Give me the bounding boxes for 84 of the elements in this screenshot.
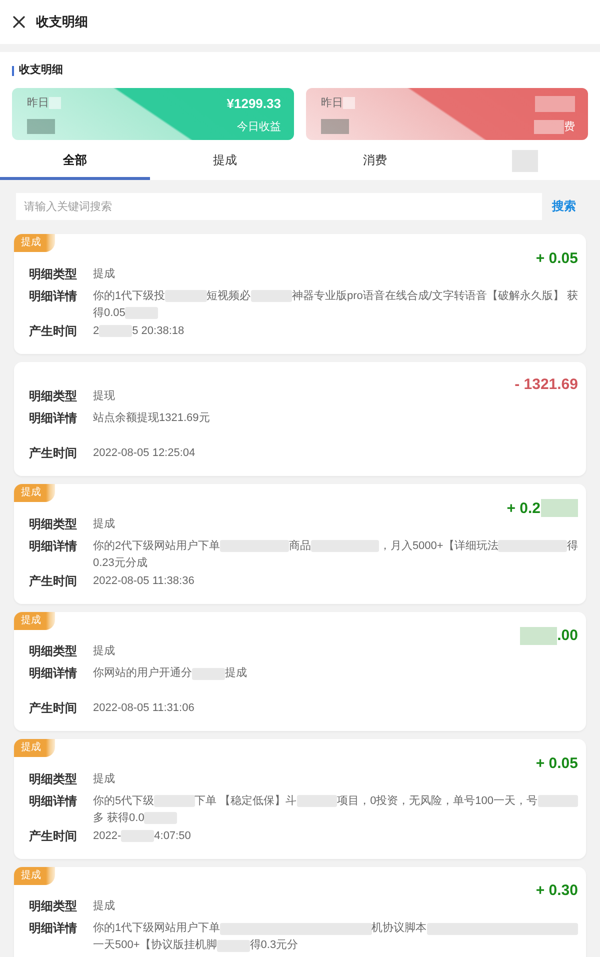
field-label: 明细类型 bbox=[29, 388, 78, 405]
detail-text: 得0.05 bbox=[93, 306, 126, 320]
timestamp: 2022-08-05 11:31:06 bbox=[93, 701, 194, 716]
field-label: 产生时间 bbox=[29, 322, 78, 340]
timestamp: 2 bbox=[93, 324, 100, 338]
detail-text: 你的5代下级 bbox=[93, 794, 154, 808]
detail-text: 项目，0投资，无风险，单号100一天，号 bbox=[337, 794, 538, 808]
field-label: 产生时间 bbox=[29, 445, 78, 462]
amount: + 0.30 bbox=[536, 882, 578, 899]
detail-text: 神器专业版pro语音在线合成/文字转语音【破解永久版】 获 bbox=[292, 288, 578, 304]
detail-text: 你网站的用户开通分 bbox=[93, 666, 192, 681]
detail-text: 提成 bbox=[225, 666, 247, 681]
stat-caption: 今日收益 bbox=[237, 120, 281, 134]
detail-text: 你的2代下级网站用户下单 bbox=[93, 538, 220, 554]
amount: - 1321.69 bbox=[514, 376, 578, 393]
type-value: 提成 bbox=[93, 644, 115, 659]
tab[interactable]: 消费 bbox=[300, 144, 450, 180]
search-field[interactable]: 请输入关键词搜索 bbox=[16, 193, 542, 220]
category-tag: 提成 bbox=[14, 866, 55, 884]
redaction-blur bbox=[534, 120, 564, 134]
category-tag: 提成 bbox=[14, 234, 55, 252]
stat-amount: ¥1299.33 bbox=[226, 96, 281, 112]
page-title: 收支明细 bbox=[36, 13, 88, 31]
field-label: 明细类型 bbox=[29, 898, 78, 915]
timestamp: 4:07:50 bbox=[154, 828, 191, 844]
redaction-blur bbox=[321, 119, 349, 134]
field-label: 明细详情 bbox=[29, 920, 78, 937]
detail-text: 下单 【稳定低保】斗 bbox=[194, 794, 297, 808]
field-label: 明细详情 bbox=[29, 665, 78, 682]
close-button[interactable] bbox=[13, 16, 25, 28]
field-label: 明细详情 bbox=[29, 410, 78, 427]
section-title: 收支明细 bbox=[19, 64, 63, 77]
amount: + 0.2 bbox=[506, 500, 540, 516]
detail-text: 站点余额提现1321.69元 bbox=[93, 410, 210, 426]
timestamp: 5 20:38:18 bbox=[132, 324, 184, 338]
detail-text: 机协议脚本 bbox=[372, 921, 427, 936]
redaction-blur bbox=[343, 97, 355, 109]
category-tag: 提成 bbox=[14, 484, 55, 502]
tab[interactable]: 提成 bbox=[150, 144, 300, 180]
stat-caption: 费 bbox=[564, 120, 575, 134]
field-label: 明细类型 bbox=[29, 266, 78, 282]
field-label: 产生时间 bbox=[29, 828, 78, 844]
field-label: 明细详情 bbox=[29, 792, 78, 810]
detail-text: 一天500+【协议版挂机脚 bbox=[93, 938, 217, 953]
type-value: 提成 bbox=[93, 516, 115, 532]
detail-text: 0.23元分成 bbox=[93, 556, 148, 570]
detail-text: 得 bbox=[567, 538, 578, 554]
type-value: 提成 bbox=[93, 266, 115, 282]
detail-text: 多 获得0.0 bbox=[93, 810, 144, 826]
type-value: 提现 bbox=[93, 389, 115, 404]
amount: .00 bbox=[557, 627, 578, 644]
close-icon bbox=[13, 16, 25, 28]
timestamp: 2022-08-05 11:38:36 bbox=[93, 574, 194, 588]
redaction-blur bbox=[512, 150, 538, 172]
field-label: 产生时间 bbox=[29, 700, 78, 717]
timestamp: 2022-08-05 12:25:04 bbox=[93, 446, 196, 461]
category-tag: 提成 bbox=[14, 739, 55, 757]
timestamp: 2022- bbox=[93, 828, 122, 844]
detail-text: 短视频必 bbox=[206, 288, 251, 304]
field-label: 明细详情 bbox=[29, 288, 78, 304]
type-value: 提成 bbox=[93, 772, 115, 786]
amount: + 0.05 bbox=[536, 754, 578, 772]
detail-text: 你的1代下级网站用户下单 bbox=[93, 920, 220, 936]
tab[interactable]: 全部 bbox=[0, 144, 150, 180]
detail-text: 得0.3元分 bbox=[250, 938, 298, 953]
redaction-blur bbox=[520, 626, 558, 644]
redaction-blur bbox=[540, 499, 578, 517]
type-value: 提成 bbox=[93, 899, 115, 914]
detail-text: 商品 bbox=[288, 538, 311, 554]
field-label: 明细详情 bbox=[29, 538, 78, 554]
field-label: 明细类型 bbox=[29, 770, 78, 788]
detail-text: ，月入5000+【详细玩法 bbox=[379, 538, 498, 554]
redaction-blur bbox=[49, 97, 61, 109]
field-label: 明细类型 bbox=[29, 643, 78, 660]
amount: + 0.05 bbox=[536, 250, 578, 266]
redaction-blur bbox=[27, 119, 55, 134]
field-label: 产生时间 bbox=[29, 572, 78, 590]
category-tag: 提成 bbox=[14, 612, 55, 630]
field-label: 明细类型 bbox=[29, 516, 78, 532]
stat-label: 昨日 bbox=[321, 96, 343, 110]
accent-bar-icon bbox=[12, 66, 14, 76]
stat-label: 昨日 bbox=[27, 96, 49, 110]
redaction-blur bbox=[535, 96, 575, 112]
detail-text: 你的1代下级投 bbox=[93, 288, 166, 304]
